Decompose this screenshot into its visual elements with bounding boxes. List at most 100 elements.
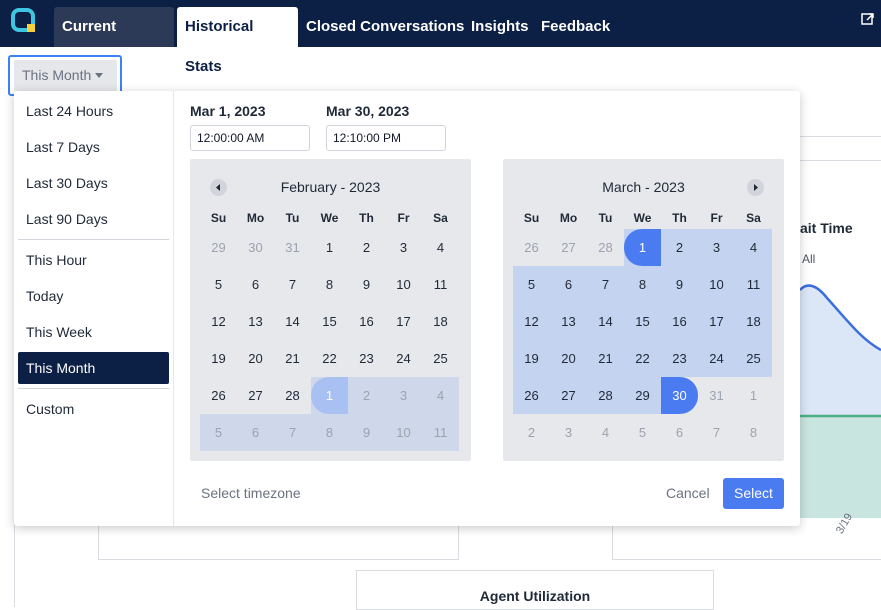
preset-custom[interactable]: Custom (18, 393, 169, 425)
preset-last-24-hours[interactable]: Last 24 Hours (18, 95, 169, 127)
calendar-day[interactable]: 4 (735, 229, 772, 266)
calendar-day[interactable]: 4 (422, 377, 459, 414)
start-time-input[interactable]: 12:00:00 AM (190, 125, 310, 151)
calendar-day[interactable]: 5 (200, 414, 237, 451)
calendar-day[interactable]: 5 (200, 266, 237, 303)
calendar-day[interactable]: 2 (348, 377, 385, 414)
preset-last-7-days[interactable]: Last 7 Days (18, 131, 169, 163)
calendar-day[interactable]: 8 (735, 414, 772, 451)
calendar-day[interactable]: 11 (422, 414, 459, 451)
timezone-select[interactable]: Select timezone (201, 485, 301, 501)
calendar-day[interactable]: 24 (698, 340, 735, 377)
calendar-day[interactable]: 3 (385, 229, 422, 266)
calendar-day[interactable]: 22 (624, 340, 661, 377)
calendar-day[interactable]: 30 (661, 377, 698, 414)
calendar-day[interactable]: 5 (513, 266, 550, 303)
calendar-day[interactable]: 12 (513, 303, 550, 340)
next-month-button[interactable] (747, 179, 764, 196)
calendar-day[interactable]: 28 (587, 377, 624, 414)
tab-insights[interactable]: Insights (463, 7, 537, 47)
calendar-day[interactable]: 28 (274, 377, 311, 414)
calendar-day[interactable]: 6 (550, 266, 587, 303)
tab-historical-stats[interactable]: Historical Stats (177, 7, 298, 75)
calendar-day[interactable]: 31 (698, 377, 735, 414)
calendar-day[interactable]: 3 (385, 377, 422, 414)
calendar-day[interactable]: 21 (587, 340, 624, 377)
calendar-day[interactable]: 14 (274, 303, 311, 340)
calendar-day[interactable]: 19 (200, 340, 237, 377)
calendar-day[interactable]: 13 (550, 303, 587, 340)
calendar-day[interactable]: 21 (274, 340, 311, 377)
calendar-day[interactable]: 6 (661, 414, 698, 451)
calendar-day[interactable]: 13 (237, 303, 274, 340)
calendar-day[interactable]: 15 (311, 303, 348, 340)
preset-last-90-days[interactable]: Last 90 Days (18, 203, 169, 235)
calendar-day[interactable]: 7 (587, 266, 624, 303)
calendar-day[interactable]: 15 (624, 303, 661, 340)
external-link-icon[interactable] (861, 12, 875, 26)
calendar-day[interactable]: 20 (550, 340, 587, 377)
calendar-day[interactable]: 29 (624, 377, 661, 414)
calendar-day[interactable]: 10 (698, 266, 735, 303)
preset-last-30-days[interactable]: Last 30 Days (18, 167, 169, 199)
calendar-day[interactable]: 7 (274, 414, 311, 451)
calendar-day[interactable]: 6 (237, 266, 274, 303)
calendar-day[interactable]: 10 (385, 266, 422, 303)
calendar-day[interactable]: 26 (513, 377, 550, 414)
calendar-day[interactable]: 29 (200, 229, 237, 266)
calendar-day[interactable]: 14 (587, 303, 624, 340)
calendar-day[interactable]: 27 (550, 377, 587, 414)
calendar-day[interactable]: 7 (698, 414, 735, 451)
calendar-day[interactable]: 3 (698, 229, 735, 266)
tab-feedback[interactable]: Feedback (533, 7, 618, 47)
calendar-day[interactable]: 25 (422, 340, 459, 377)
calendar-day[interactable]: 8 (311, 414, 348, 451)
calendar-day[interactable]: 8 (311, 266, 348, 303)
calendar-day[interactable]: 16 (348, 303, 385, 340)
calendar-day[interactable]: 28 (587, 229, 624, 266)
preset-today[interactable]: Today (18, 280, 169, 312)
date-range-button[interactable]: This Month (14, 60, 117, 91)
tab-closed-conversations[interactable]: Closed Conversations (298, 7, 472, 47)
calendar-day[interactable]: 7 (274, 266, 311, 303)
calendar-day[interactable]: 18 (735, 303, 772, 340)
calendar-day[interactable]: 23 (661, 340, 698, 377)
calendar-day[interactable]: 3 (550, 414, 587, 451)
calendar-day[interactable]: 4 (587, 414, 624, 451)
calendar-day[interactable]: 16 (661, 303, 698, 340)
calendar-day[interactable]: 11 (735, 266, 772, 303)
calendar-day[interactable]: 12 (200, 303, 237, 340)
calendar-day[interactable]: 18 (422, 303, 459, 340)
preset-this-hour[interactable]: This Hour (18, 244, 169, 276)
tab-current-activity[interactable]: Current Activity (54, 7, 174, 75)
calendar-day[interactable]: 5 (624, 414, 661, 451)
calendar-day[interactable]: 6 (237, 414, 274, 451)
calendar-day[interactable]: 9 (348, 414, 385, 451)
calendar-day[interactable]: 2 (348, 229, 385, 266)
calendar-day[interactable]: 1 (624, 229, 661, 266)
calendar-day[interactable]: 8 (624, 266, 661, 303)
calendar-day[interactable]: 1 (311, 229, 348, 266)
calendar-day[interactable]: 22 (311, 340, 348, 377)
calendar-day[interactable]: 25 (735, 340, 772, 377)
calendar-day[interactable]: 2 (661, 229, 698, 266)
calendar-day[interactable]: 1 (735, 377, 772, 414)
calendar-day[interactable]: 17 (385, 303, 422, 340)
calendar-day[interactable]: 27 (550, 229, 587, 266)
calendar-day[interactable]: 26 (513, 229, 550, 266)
calendar-day[interactable]: 24 (385, 340, 422, 377)
end-time-input[interactable]: 12:10:00 PM (326, 125, 446, 151)
calendar-day[interactable]: 17 (698, 303, 735, 340)
calendar-day[interactable]: 4 (422, 229, 459, 266)
calendar-day[interactable]: 27 (237, 377, 274, 414)
calendar-day[interactable]: 26 (200, 377, 237, 414)
cancel-button[interactable]: Cancel (666, 485, 710, 501)
calendar-day[interactable]: 11 (422, 266, 459, 303)
calendar-day[interactable]: 31 (274, 229, 311, 266)
calendar-day[interactable]: 9 (661, 266, 698, 303)
preset-this-week[interactable]: This Week (18, 316, 169, 348)
calendar-day[interactable]: 30 (237, 229, 274, 266)
calendar-day[interactable]: 2 (513, 414, 550, 451)
calendar-day[interactable]: 23 (348, 340, 385, 377)
calendar-day[interactable]: 9 (348, 266, 385, 303)
